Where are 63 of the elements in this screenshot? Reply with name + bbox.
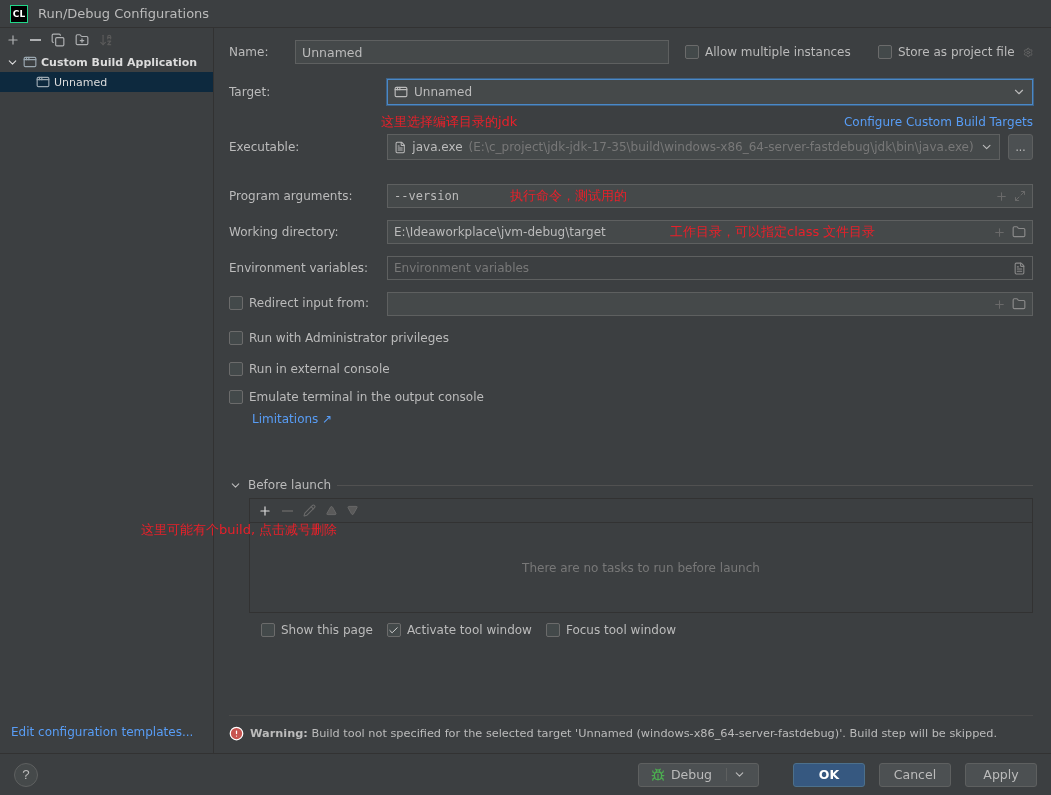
up-icon [326, 505, 337, 516]
checkbox[interactable]: Show this page [261, 623, 373, 637]
sort-icon [99, 33, 113, 47]
window-title: Run/Debug Configurations [38, 6, 211, 21]
add-icon [995, 189, 1008, 203]
empty-message: There are no tasks to run before launch [522, 560, 760, 575]
directory-field[interactable]: E:\Ideaworkplace\jvm-debug\target 工作目录，可以指定class 文件目录 [387, 220, 1033, 244]
app-logo: CL [10, 4, 28, 23]
ok-button[interactable]: OK [793, 762, 865, 787]
configure-link[interactable]: Configure Custom Build Targets [843, 115, 1033, 129]
bug-icon [650, 767, 665, 782]
warning-message: Warning: Build tool not specified for the selected target 'Unnamed (windows-x86_64-server-fastdebug)'. Build step will be skipped. [250, 727, 998, 740]
help-button[interactable]: ? [14, 762, 38, 787]
field-label: Target: [229, 85, 272, 99]
field-label: Program arguments: [229, 189, 354, 203]
annotation: 这里可能有个build, 点击减号删除 [141, 521, 338, 539]
tree-item[interactable]: Unnamed [0, 72, 213, 92]
expand-icon [1014, 190, 1026, 202]
field-label: Environment variables: [229, 261, 370, 275]
settings-icon [1022, 45, 1033, 59]
window-icon [36, 75, 50, 89]
window-icon [394, 85, 408, 99]
dialog-button[interactable]: Cancel [879, 762, 951, 787]
copy-icon [51, 33, 65, 47]
target-dropdown[interactable]: Unnamed [387, 79, 1033, 105]
folder-icon [1012, 297, 1026, 311]
annotation: 工作目录，可以指定class 文件目录 [670, 223, 877, 241]
checkbox[interactable]: Allow multiple instances [685, 45, 851, 59]
file-icon [394, 140, 407, 154]
annotation: 执行命令，测试用的 [510, 187, 628, 205]
templates-link[interactable]: Edit configuration templates... [0, 725, 213, 753]
checkbox[interactable]: Store as project file [877, 45, 1015, 59]
add-icon [993, 297, 1006, 311]
checkbox[interactable]: Run with Administrator privileges [229, 330, 449, 345]
checkbox[interactable]: Redirect input from: [229, 295, 369, 310]
checkbox[interactable]: Activate tool window [386, 623, 532, 637]
add-icon [258, 503, 272, 518]
redirect-field[interactable] [387, 292, 1033, 316]
error-icon [229, 726, 244, 741]
checkbox[interactable]: Emulate terminal in the output console [229, 390, 484, 404]
add-icon [993, 225, 1006, 239]
new-folder-icon [75, 33, 89, 47]
edit-icon [303, 504, 316, 517]
check-icon [388, 624, 400, 636]
debug-button[interactable]: Debug [637, 762, 759, 787]
limitations-link[interactable]: Limitations ↗ [252, 412, 333, 426]
browse-button[interactable]: ... [1008, 134, 1033, 160]
field-label: Executable: [229, 140, 301, 154]
folder-icon [1012, 225, 1026, 239]
name-field[interactable]: Unnamed [295, 40, 669, 64]
section-title[interactable]: Before launch [248, 478, 332, 492]
document-icon [1013, 261, 1026, 275]
tree-item[interactable]: Custom Build Application [0, 52, 213, 72]
dialog-button[interactable]: Apply [965, 762, 1037, 787]
window-icon [23, 55, 37, 69]
down-icon [347, 505, 358, 516]
field-label: Working directory: [229, 225, 340, 239]
checkbox[interactable]: Focus tool window [545, 623, 677, 637]
add-icon [6, 33, 20, 47]
arguments-field[interactable]: --version 执行命令，测试用的 [387, 184, 1033, 208]
field-label: Name: [229, 45, 270, 59]
annotation: 这里选择编译目录的jdk [381, 113, 518, 131]
checkbox[interactable]: Run in external console [229, 361, 390, 376]
